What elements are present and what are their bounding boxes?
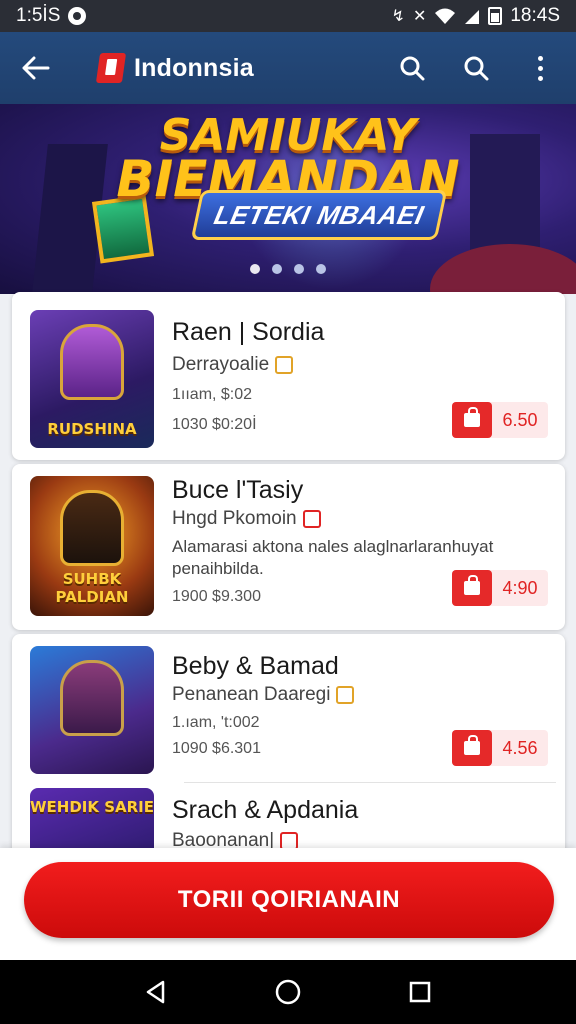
item-title: Buce l'Tasiy xyxy=(172,476,304,504)
circle-home-icon xyxy=(275,979,301,1005)
kebab-dot xyxy=(537,75,543,81)
cart-icon-wrap xyxy=(452,402,492,438)
bottom-action-panel: TORII QOIRIANAIN xyxy=(0,848,576,960)
kebab-dot xyxy=(537,55,543,61)
game-thumbnail: RUDSHINA xyxy=(30,310,154,448)
item-subtitle-text: Derrayoalie xyxy=(172,354,270,375)
tag-icon xyxy=(302,510,321,528)
game-thumbnail: SUHBK PALDIAN xyxy=(30,476,154,616)
kebab-dot xyxy=(537,65,543,71)
search-button-2[interactable] xyxy=(454,46,498,90)
carousel-dot[interactable] xyxy=(316,264,326,274)
item-meta: 1ııam, $:02 xyxy=(172,386,253,403)
search-icon xyxy=(464,56,489,81)
thumbnail-caption: SUHBK PALDIAN xyxy=(55,570,129,606)
item-meta-secondary: 1090 $6.301 xyxy=(172,740,261,757)
triangle-back-icon xyxy=(146,980,165,1004)
back-arrow-icon xyxy=(22,56,50,80)
item-subtitle-text: Hngd Pkomoin xyxy=(172,508,297,529)
list-item[interactable]: Beby & Bamad Penanean Daaregi 1.ıam, 't:… xyxy=(12,634,565,864)
promo-banner[interactable]: SAMIUKAY BIEMANDAN LETEKI MBAAEI xyxy=(0,104,576,294)
thumbnail-caption: RUDSHINA xyxy=(47,420,137,438)
list-item[interactable]: SUHBK PALDIAN Buce l'Tasiy Hngd Pkomoin … xyxy=(12,464,565,630)
item-subtitle: Derrayoalie xyxy=(172,354,294,376)
price-label: 4.56 xyxy=(502,737,538,758)
signal-icon xyxy=(465,10,480,24)
price-label: 6.50 xyxy=(502,409,538,430)
app-title: Indonnsia xyxy=(134,53,254,82)
shopping-bag-icon xyxy=(464,407,480,427)
nav-back-button[interactable] xyxy=(132,968,180,1016)
price-label: 4:90 xyxy=(502,577,538,598)
carousel-dot[interactable] xyxy=(272,264,282,274)
buy-button[interactable]: 4.56 xyxy=(452,730,548,766)
status-bar: 1:5İS ↯ ✕ 18:4S xyxy=(0,0,576,32)
screen-record-icon xyxy=(68,7,87,25)
buy-button[interactable]: 6.50 xyxy=(452,402,548,438)
hero-figure xyxy=(60,490,124,566)
cart-icon-wrap xyxy=(452,730,492,766)
hero-figure xyxy=(60,660,124,736)
item-title: Raen | Sordia xyxy=(172,318,325,346)
shopping-bag-icon xyxy=(464,735,480,755)
item-subtitle: Hngd Pkomoin xyxy=(172,508,321,530)
status-time-left: 1:5İS xyxy=(16,5,61,26)
nav-home-button[interactable] xyxy=(264,968,312,1016)
tag-icon xyxy=(275,356,294,374)
thumbnail-caption: WEHDIK SARIE xyxy=(30,798,154,816)
carousel-dot[interactable] xyxy=(294,264,304,274)
search-icon xyxy=(400,56,425,81)
square-recents-icon xyxy=(409,981,431,1003)
back-button[interactable] xyxy=(14,46,58,90)
carousel-dot[interactable] xyxy=(250,264,260,274)
carousel-dots xyxy=(0,264,576,274)
system-nav-bar xyxy=(0,960,576,1024)
search-button-1[interactable] xyxy=(390,46,434,90)
item-subtitle: Penanean Daaregi xyxy=(172,684,355,706)
tag-icon xyxy=(336,686,355,704)
item-meta-secondary: 1900 $9.300 xyxy=(172,588,261,605)
item-title: Beby & Bamad xyxy=(172,652,339,680)
buy-button[interactable]: 4:90 xyxy=(452,570,548,606)
battery-icon xyxy=(488,7,503,25)
status-time-right: 18:4S xyxy=(510,5,560,26)
item-divider xyxy=(184,782,556,783)
item-subtitle-text: Penanean Daaregi xyxy=(172,684,331,705)
app-logo xyxy=(95,53,127,83)
overflow-menu-button[interactable] xyxy=(518,46,562,90)
item-meta: 1.ıam, 't:002 xyxy=(172,714,260,731)
banner-subtitle: LETEKI MBAAEI xyxy=(190,190,448,240)
primary-cta-button[interactable]: TORII QOIRIANAIN xyxy=(24,862,554,938)
item-title: Srach & Apdania xyxy=(172,796,359,824)
hero-figure xyxy=(60,324,124,400)
nfc-icon: ↯ xyxy=(391,8,405,25)
mute-icon: ✕ xyxy=(412,8,427,25)
list-item[interactable]: RUDSHINA Raen | Sordia Derrayoalie 1ııam… xyxy=(12,292,565,460)
item-meta-secondary: 1030 $0:20İ xyxy=(172,416,257,433)
app-bar: Indonnsia xyxy=(0,32,576,104)
shopping-bag-icon xyxy=(464,575,480,595)
game-thumbnail xyxy=(30,646,154,774)
wifi-icon xyxy=(435,8,456,24)
cart-icon-wrap xyxy=(452,570,492,606)
nav-recents-button[interactable] xyxy=(396,968,444,1016)
